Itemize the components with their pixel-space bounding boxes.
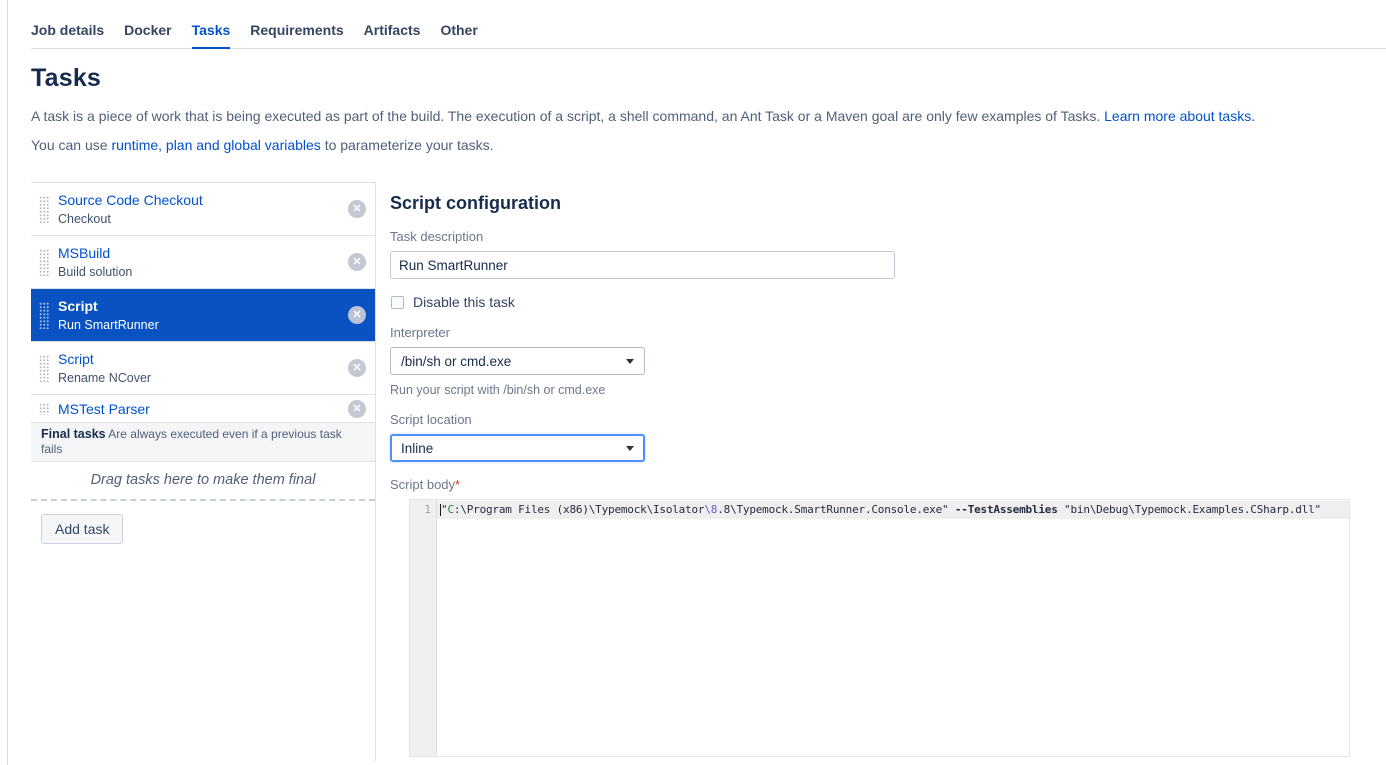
delete-task-icon[interactable]: ✕ bbox=[348, 253, 366, 271]
delete-task-icon[interactable]: ✕ bbox=[348, 359, 366, 377]
tab-job-details[interactable]: Job details bbox=[31, 22, 104, 49]
drag-handle-icon[interactable] bbox=[39, 402, 49, 415]
disable-task-checkbox[interactable] bbox=[391, 295, 404, 309]
intro-sentence: A task is a piece of work that is being … bbox=[31, 108, 1101, 124]
add-task-button[interactable]: Add task bbox=[41, 514, 124, 544]
task-item-mstest-parser[interactable]: MSTest Parser ✕ bbox=[31, 395, 375, 423]
variables-hint-text: You can use runtime, plan and global var… bbox=[31, 137, 1355, 153]
script-location-label: Script location bbox=[390, 412, 472, 427]
page-left-border bbox=[7, 0, 8, 765]
task-title[interactable]: Script bbox=[58, 350, 151, 368]
dropdown-arrow-icon bbox=[626, 445, 634, 451]
final-tasks-header: Final tasks Are always executed even if … bbox=[31, 423, 375, 462]
tab-other[interactable]: Other bbox=[440, 22, 477, 49]
job-config-tabbar: Job details Docker Tasks Requirements Ar… bbox=[31, 0, 1386, 49]
task-title[interactable]: Script bbox=[58, 297, 159, 315]
disable-task-label[interactable]: Disable this task bbox=[413, 294, 515, 310]
drag-handle-icon[interactable] bbox=[39, 248, 49, 276]
required-marker: * bbox=[455, 477, 461, 492]
vars-suffix: to parameterize your tasks. bbox=[324, 137, 494, 153]
tab-docker[interactable]: Docker bbox=[124, 22, 171, 49]
task-subtitle: Checkout bbox=[58, 211, 111, 226]
interpreter-help-text: Run your script with /bin/sh or cmd.exe bbox=[390, 383, 606, 397]
editor-line-number-gutter: 1 bbox=[410, 500, 437, 756]
task-item-source-code-checkout[interactable]: Source Code Checkout Checkout ✕ bbox=[31, 183, 375, 236]
variables-link[interactable]: runtime, plan and global variables bbox=[111, 137, 320, 153]
script-configuration-heading: Script configuration bbox=[390, 193, 561, 213]
task-title[interactable]: MSTest Parser bbox=[58, 400, 150, 418]
task-item-msbuild[interactable]: MSBuild Build solution ✕ bbox=[31, 236, 375, 289]
drag-handle-icon[interactable] bbox=[39, 354, 49, 382]
task-description-input[interactable] bbox=[390, 251, 895, 279]
delete-task-icon[interactable]: ✕ bbox=[348, 399, 366, 418]
drop-zone-hint: Drag tasks here to make them final bbox=[90, 472, 316, 488]
vars-prefix: You can use bbox=[31, 137, 108, 153]
interpreter-selected-value: /bin/sh or cmd.exe bbox=[401, 353, 512, 369]
tasks-intro-text: A task is a piece of work that is being … bbox=[31, 107, 1355, 126]
task-list: Source Code Checkout Checkout ✕ MSBuild … bbox=[31, 182, 375, 423]
tab-requirements[interactable]: Requirements bbox=[250, 22, 343, 49]
final-tasks-drop-zone[interactable]: Drag tasks here to make them final bbox=[31, 462, 375, 501]
delete-task-icon[interactable]: ✕ bbox=[348, 200, 366, 218]
tab-artifacts[interactable]: Artifacts bbox=[364, 22, 421, 49]
task-description-label: Task description bbox=[390, 229, 484, 244]
code-line-1[interactable]: "C:\Program Files (x86)\Typemock\Isolato… bbox=[437, 501, 1349, 519]
code-line-content: "C:\Program Files (x86)\Typemock\Isolato… bbox=[441, 503, 1321, 516]
script-body-editor[interactable]: 1 "C:\Program Files (x86)\Typemock\Isola… bbox=[409, 499, 1350, 757]
script-location-select[interactable]: Inline bbox=[390, 434, 645, 462]
task-list-panel: Source Code Checkout Checkout ✕ MSBuild … bbox=[31, 182, 376, 761]
drag-handle-icon[interactable] bbox=[39, 195, 49, 223]
task-item-script-rename-ncover[interactable]: Script Rename NCover ✕ bbox=[31, 342, 375, 395]
dropdown-arrow-icon bbox=[626, 358, 634, 364]
delete-task-icon[interactable]: ✕ bbox=[348, 306, 366, 324]
tab-tasks[interactable]: Tasks bbox=[191, 22, 231, 49]
interpreter-select[interactable]: /bin/sh or cmd.exe bbox=[390, 347, 645, 375]
task-title[interactable]: Source Code Checkout bbox=[58, 191, 203, 209]
line-number: 1 bbox=[424, 503, 431, 516]
script-body-label-text: Script body bbox=[390, 477, 456, 492]
page-title: Tasks bbox=[31, 64, 102, 92]
learn-more-link[interactable]: Learn more about tasks. bbox=[1104, 108, 1255, 124]
final-tasks-label: Final tasks bbox=[41, 427, 106, 441]
task-item-script-smartrunner[interactable]: Script Run SmartRunner ✕ bbox=[31, 289, 375, 342]
task-title[interactable]: MSBuild bbox=[58, 244, 132, 262]
script-configuration-panel: Script configuration Task description Di… bbox=[376, 182, 1386, 761]
interpreter-label: Interpreter bbox=[390, 325, 450, 340]
task-subtitle: Rename NCover bbox=[58, 370, 152, 385]
editor-code-area[interactable]: "C:\Program Files (x86)\Typemock\Isolato… bbox=[437, 500, 1349, 756]
script-location-selected-value: Inline bbox=[401, 440, 434, 456]
task-subtitle: Build solution bbox=[58, 264, 133, 279]
script-body-label: Script body* bbox=[390, 477, 1386, 492]
task-subtitle: Run SmartRunner bbox=[58, 317, 159, 332]
drag-handle-icon[interactable] bbox=[39, 301, 49, 329]
